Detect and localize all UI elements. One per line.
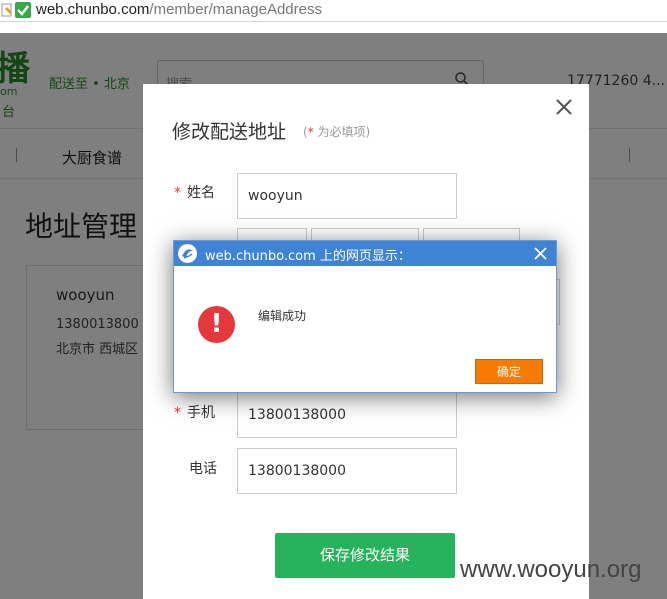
- url-text[interactable]: web.chunbo.com/member/manageAddress: [36, 1, 322, 18]
- required-note: (* 为必填项): [303, 123, 370, 140]
- province-select[interactable]: [237, 228, 307, 240]
- address-bar[interactable]: web.chunbo.com/member/manageAddress: [0, 0, 667, 22]
- required-star: *: [174, 185, 181, 201]
- required-note-text: 为必填项): [313, 125, 371, 139]
- secure-check-icon: [15, 2, 31, 18]
- error-icon: !: [198, 306, 235, 343]
- tel-input[interactable]: 13800138000: [237, 448, 457, 494]
- save-button[interactable]: 保存修改结果: [275, 533, 455, 578]
- url-path: /member/manageAddress: [149, 1, 322, 18]
- tel-label: 电话: [189, 461, 217, 477]
- watermark: www.wooyun.org: [460, 556, 642, 583]
- close-icon[interactable]: [555, 98, 573, 116]
- required-star: *: [174, 405, 181, 421]
- name-input[interactable]: wooyun: [237, 173, 457, 219]
- alert-title: web.chunbo.com 上的网页显示：: [205, 249, 411, 264]
- mobile-label-text: 手机: [187, 405, 215, 421]
- url-domain: web.chunbo.com: [36, 1, 150, 18]
- mobile-input[interactable]: 13800138000: [237, 392, 457, 438]
- page-icon: [1, 3, 12, 17]
- mobile-label: * 手机: [174, 402, 215, 422]
- district-select[interactable]: [423, 228, 520, 240]
- ok-button[interactable]: 确定: [475, 359, 543, 384]
- browser-logo-icon: [178, 244, 197, 263]
- name-label-text: 姓名: [187, 185, 215, 201]
- screenshot: web.chunbo.com/member/manageAddress 播 om…: [0, 0, 667, 599]
- modal-title: 修改配送地址: [172, 121, 287, 143]
- city-select[interactable]: [311, 228, 419, 240]
- alert-titlebar: web.chunbo.com 上的网页显示：: [174, 241, 556, 266]
- name-label: * 姓名: [174, 182, 215, 202]
- close-icon[interactable]: [534, 247, 547, 260]
- alert-message: 编辑成功: [258, 309, 307, 323]
- alert-dialog: web.chunbo.com 上的网页显示： ! 编辑成功 确定: [173, 240, 557, 393]
